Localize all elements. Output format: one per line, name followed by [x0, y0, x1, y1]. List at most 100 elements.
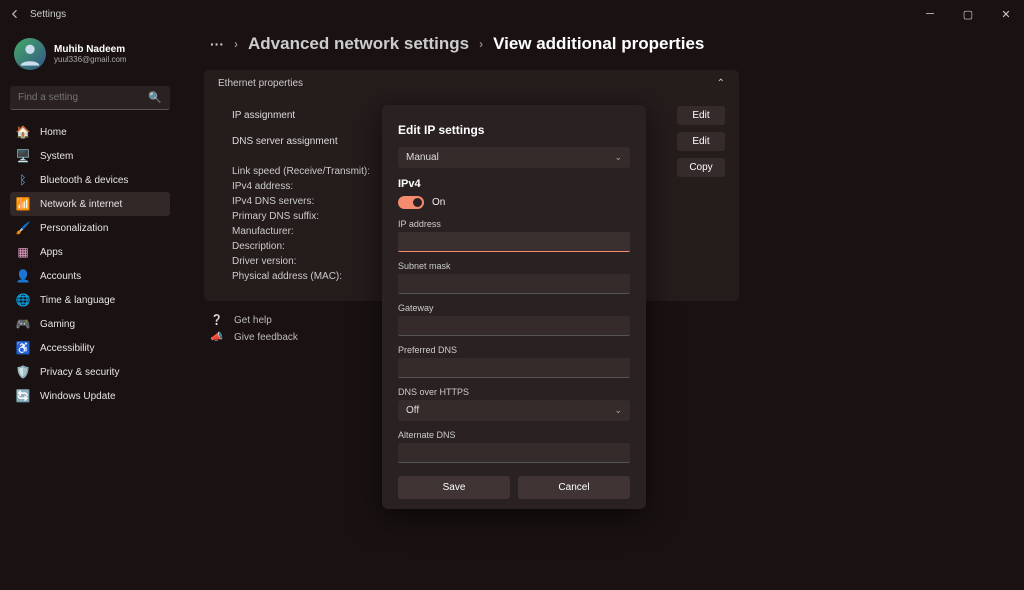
breadcrumb-overflow[interactable]: ···	[210, 36, 224, 52]
avatar	[14, 38, 46, 70]
brush-icon: 🖌️	[16, 221, 30, 235]
window-title: Settings	[30, 9, 66, 20]
maximize-icon[interactable]: ▢	[958, 8, 978, 21]
sidebar-item-gaming[interactable]: 🎮 Gaming	[10, 312, 170, 336]
sidebar-item-system[interactable]: 🖥️ System	[10, 144, 170, 168]
profile-email: yuul336@gmail.com	[54, 55, 127, 64]
chevron-down-icon: ⌄	[614, 405, 622, 416]
search-icon[interactable]: 🔍	[148, 91, 162, 104]
ipv4-heading: IPv4	[398, 178, 630, 190]
chevron-right-icon: ›	[234, 37, 238, 51]
prop-label-link-speed: Link speed (Receive/Transmit):	[232, 164, 370, 179]
sidebar-item-label: Network & internet	[40, 199, 122, 210]
sidebar: Muhib Nadeem yuul336@gmail.com 🔍 🏠 Home 🖥…	[0, 28, 180, 590]
prop-label-description: Description:	[232, 239, 370, 254]
prop-label-driver-version: Driver version:	[232, 254, 370, 269]
profile-block[interactable]: Muhib Nadeem yuul336@gmail.com	[10, 34, 170, 74]
sidebar-item-personalization[interactable]: 🖌️ Personalization	[10, 216, 170, 240]
search-box: 🔍	[10, 86, 170, 110]
property-label: IP assignment	[232, 110, 295, 121]
sidebar-item-apps[interactable]: ▦ Apps	[10, 240, 170, 264]
system-icon: 🖥️	[16, 149, 30, 163]
update-icon: 🔄	[16, 389, 30, 403]
preferred-dns-label: Preferred DNS	[398, 345, 630, 355]
sidebar-item-label: Accounts	[40, 271, 81, 282]
panel-title: Ethernet properties	[218, 78, 303, 89]
preferred-dns-input[interactable]	[398, 358, 630, 378]
help-icon: ❔	[210, 315, 224, 326]
alternate-dns-input[interactable]	[398, 443, 630, 463]
sidebar-item-label: Time & language	[40, 295, 115, 306]
edit-button[interactable]: Edit	[677, 132, 725, 151]
sidebar-item-accounts[interactable]: 👤 Accounts	[10, 264, 170, 288]
sidebar-item-label: Gaming	[40, 319, 75, 330]
chevron-up-icon: ⌃	[717, 78, 725, 89]
gateway-label: Gateway	[398, 303, 630, 313]
home-icon: 🏠	[16, 125, 30, 139]
shield-icon: 🛡️	[16, 365, 30, 379]
help-link-label: Get help	[234, 315, 272, 326]
dns-over-https-dropdown[interactable]: Off ⌄	[398, 400, 630, 421]
sidebar-item-privacy[interactable]: 🛡️ Privacy & security	[10, 360, 170, 384]
dropdown-value: Manual	[406, 152, 439, 163]
sidebar-item-label: Apps	[40, 247, 63, 258]
save-button[interactable]: Save	[398, 476, 510, 499]
edit-button[interactable]: Edit	[677, 106, 725, 125]
prop-label-ipv4-dns: IPv4 DNS servers:	[232, 194, 370, 209]
sidebar-item-label: Accessibility	[40, 343, 94, 354]
copy-button[interactable]: Copy	[677, 158, 725, 177]
prop-label-manufacturer: Manufacturer:	[232, 224, 370, 239]
sidebar-item-accessibility[interactable]: ♿ Accessibility	[10, 336, 170, 360]
sidebar-item-label: Bluetooth & devices	[40, 175, 128, 186]
sidebar-item-update[interactable]: 🔄 Windows Update	[10, 384, 170, 408]
apps-icon: ▦	[16, 245, 30, 259]
bluetooth-icon: ᛒ	[16, 173, 30, 187]
breadcrumb-level2: View additional properties	[493, 34, 704, 54]
minimize-icon[interactable]: ─	[920, 8, 940, 21]
gateway-input[interactable]	[398, 316, 630, 336]
nav-list: 🏠 Home 🖥️ System ᛒ Bluetooth & devices 📶 Net…	[10, 120, 170, 408]
person-icon: 👤	[16, 269, 30, 283]
sidebar-item-label: Windows Update	[40, 391, 116, 402]
ip-address-label: IP address	[398, 219, 630, 229]
help-link-label: Give feedback	[234, 332, 298, 343]
sidebar-item-label: Personalization	[40, 223, 108, 234]
prop-label-ipv4-address: IPv4 address:	[232, 179, 370, 194]
panel-header[interactable]: Ethernet properties ⌃	[204, 70, 739, 97]
sidebar-item-network[interactable]: 📶 Network & internet	[10, 192, 170, 216]
breadcrumb: ··· › Advanced network settings › View a…	[210, 34, 1000, 54]
sidebar-item-label: System	[40, 151, 73, 162]
cancel-button[interactable]: Cancel	[518, 476, 630, 499]
chevron-right-icon: ›	[479, 37, 483, 51]
search-input[interactable]	[10, 86, 170, 110]
back-icon[interactable]	[8, 7, 22, 21]
dialog-title: Edit IP settings	[398, 123, 630, 137]
edit-ip-dialog: Edit IP settings Manual ⌄ IPv4 On IP add…	[382, 105, 646, 509]
toggle-label: On	[432, 197, 445, 208]
ip-address-input[interactable]	[398, 232, 630, 252]
sidebar-item-home[interactable]: 🏠 Home	[10, 120, 170, 144]
close-icon[interactable]: ✕	[996, 8, 1016, 21]
globe-icon: 🌐	[16, 293, 30, 307]
alternate-dns-label: Alternate DNS	[398, 430, 630, 440]
profile-name: Muhib Nadeem	[54, 44, 127, 55]
breadcrumb-level1[interactable]: Advanced network settings	[248, 34, 469, 54]
sidebar-item-time[interactable]: 🌐 Time & language	[10, 288, 170, 312]
prop-label-mac: Physical address (MAC):	[232, 269, 370, 284]
sidebar-item-label: Home	[40, 127, 67, 138]
prop-label-primary-dns-suffix: Primary DNS suffix:	[232, 209, 370, 224]
feedback-icon: 📣	[210, 332, 224, 343]
sidebar-item-bluetooth[interactable]: ᛒ Bluetooth & devices	[10, 168, 170, 192]
wifi-icon: 📶	[16, 197, 30, 211]
subnet-mask-label: Subnet mask	[398, 261, 630, 271]
dropdown-value: Off	[406, 405, 419, 416]
subnet-mask-input[interactable]	[398, 274, 630, 294]
accessibility-icon: ♿	[16, 341, 30, 355]
sidebar-item-label: Privacy & security	[40, 367, 119, 378]
property-label: DNS server assignment	[232, 136, 338, 147]
gamepad-icon: 🎮	[16, 317, 30, 331]
ip-mode-dropdown[interactable]: Manual ⌄	[398, 147, 630, 168]
chevron-down-icon: ⌄	[614, 152, 622, 163]
dns-over-https-label: DNS over HTTPS	[398, 387, 630, 397]
ipv4-toggle[interactable]	[398, 196, 424, 209]
